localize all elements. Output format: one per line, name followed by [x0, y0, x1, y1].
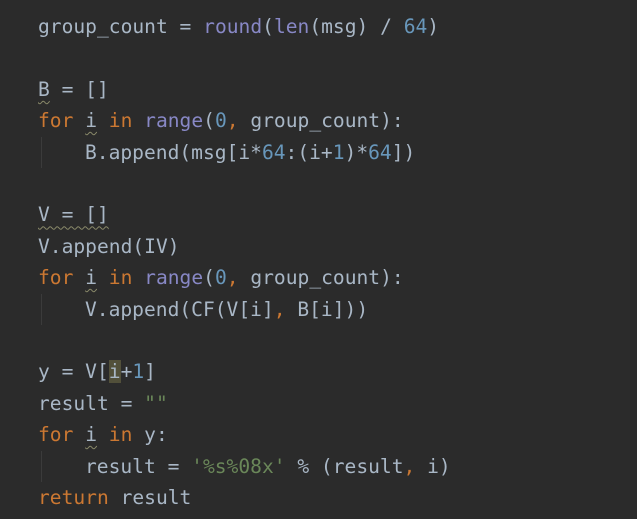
- indent-guide-line: [41, 450, 42, 482]
- code-token-default: +: [120, 360, 133, 384]
- code-token-default: % (result: [285, 454, 404, 478]
- code-line[interactable]: V = []: [38, 199, 109, 230]
- code-token-default: (: [203, 266, 215, 290]
- code-token-number: 64: [261, 140, 286, 164]
- code-token-punct: ,: [403, 454, 428, 478]
- code-token-default: )*: [344, 140, 369, 164]
- code-token-keyword: in: [96, 109, 145, 133]
- code-token-number: 0: [214, 266, 227, 290]
- code-line[interactable]: result = "": [38, 388, 168, 419]
- code-token-default: group_count =: [38, 15, 204, 38]
- code-token-default: ]: [144, 360, 156, 384]
- code-token-default: i: [85, 423, 97, 447]
- code-token-number: 0: [214, 109, 227, 133]
- code-token-default: i: [108, 360, 121, 384]
- code-token-number: 1: [332, 140, 345, 164]
- code-line[interactable]: for i in y:: [38, 419, 168, 450]
- indent-guide-line: [41, 136, 42, 168]
- code-token-number: 1: [132, 360, 145, 384]
- code-token-keyword: in: [96, 423, 145, 447]
- code-line[interactable]: B = []: [38, 74, 109, 105]
- code-token-default: B: [38, 77, 50, 101]
- code-line[interactable]: V.append(IV): [38, 231, 180, 262]
- code-token-string: "": [144, 391, 168, 415]
- code-token-number: 64: [403, 15, 428, 38]
- code-token-keyword: for: [38, 266, 86, 290]
- code-token-default: y:: [144, 423, 168, 447]
- code-token-default: ]): [391, 140, 416, 164]
- code-token-default: group_count):: [250, 109, 404, 133]
- code-token-keyword: for: [38, 423, 86, 447]
- code-token-default: i: [85, 266, 97, 290]
- code-line[interactable]: group_count = round(len(msg) / 64): [38, 11, 439, 42]
- code-token-default: B[i])): [297, 297, 369, 321]
- code-token-default: (msg) /: [309, 15, 404, 38]
- code-line[interactable]: y = V[i+1]: [38, 356, 156, 387]
- code-token-keyword: in: [96, 266, 145, 290]
- code-token-default: B.append(msg[i*: [85, 140, 262, 164]
- code-token-default: i: [85, 109, 97, 133]
- code-token-default: ): [427, 15, 440, 38]
- code-token-default: V.append(CF(V[i]: [85, 297, 274, 321]
- code-token-default: V.append(IV): [38, 234, 180, 258]
- code-token-default: y = V[: [38, 360, 109, 384]
- code-token-default: result =: [38, 391, 145, 415]
- code-line[interactable]: for i in range(0, group_count):: [38, 262, 404, 293]
- code-token-builtin: round: [203, 15, 263, 38]
- code-token-number: 64: [368, 140, 392, 164]
- code-token-default: V = []: [38, 203, 109, 227]
- code-editor[interactable]: group_count = round(len(msg) / 64) B = []…: [0, 0, 637, 519]
- code-token-builtin: range: [144, 109, 204, 133]
- code-token-default: result: [120, 486, 192, 509]
- code-token-keyword: for: [38, 109, 86, 133]
- editor-left-edge: [0, 0, 4, 519]
- code-line[interactable]: V.append(CF(V[i], B[i])): [85, 294, 368, 325]
- code-token-default: :(i+: [285, 140, 333, 164]
- code-token-builtin: len: [273, 15, 310, 38]
- code-line[interactable]: result = '%s%08x' % (result, i): [85, 451, 451, 482]
- code-token-punct: ,: [226, 109, 251, 133]
- code-line[interactable]: return result: [38, 482, 191, 513]
- code-token-punct: ,: [226, 266, 251, 290]
- code-token-default: (: [262, 15, 274, 38]
- code-token-keyword: return: [38, 486, 121, 509]
- code-token-default: = []: [49, 77, 109, 101]
- code-token-default: i): [427, 454, 451, 478]
- code-token-punct: ,: [273, 297, 298, 321]
- code-token-string: '%s%08x': [191, 454, 286, 478]
- indent-guide-line: [41, 293, 42, 325]
- code-token-default: result =: [85, 454, 192, 478]
- code-line[interactable]: B.append(msg[i*64:(i+1)*64]): [85, 137, 415, 168]
- code-token-default: group_count):: [250, 266, 404, 290]
- code-token-builtin: range: [144, 266, 204, 290]
- code-token-default: (: [203, 109, 215, 133]
- code-line[interactable]: for i in range(0, group_count):: [38, 105, 404, 136]
